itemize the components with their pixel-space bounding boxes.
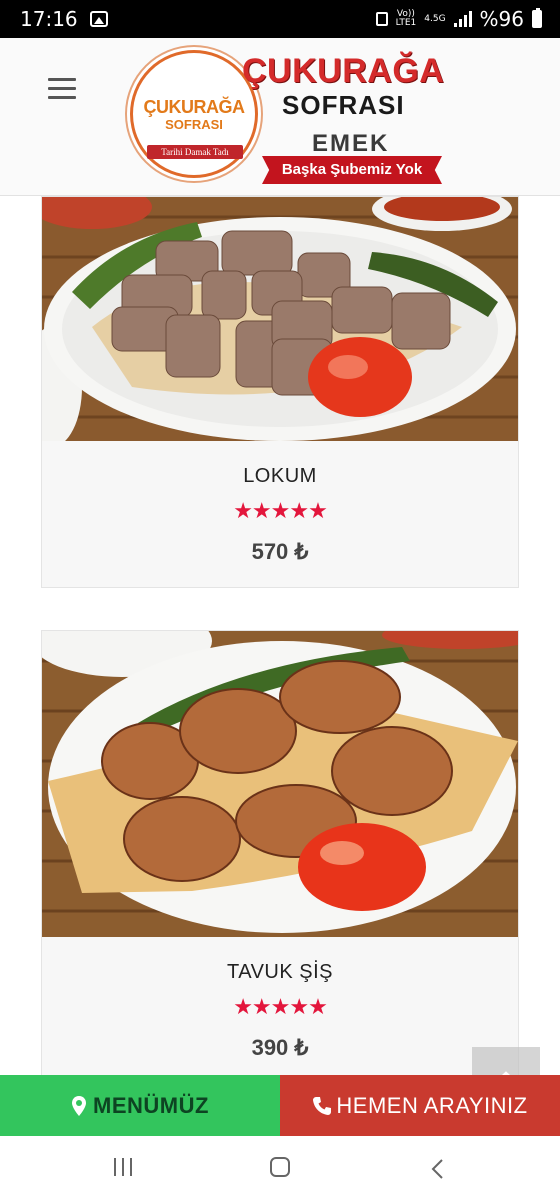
logo-circle-line1: ÇUKURAĞA bbox=[143, 97, 246, 117]
status-bar: 17:16 Vo)) LTE1 4.5G %96 bbox=[0, 0, 560, 38]
product-price: 570 ₺ bbox=[251, 539, 309, 564]
logo-title-line1: ÇUKURAĞA bbox=[242, 52, 445, 90]
action-bar: MENÜMÜZ HEMEN ARAYINIZ bbox=[0, 1075, 560, 1136]
network-type: 4.5G bbox=[424, 13, 446, 24]
status-indicators: Vo)) LTE1 4.5G %96 bbox=[375, 7, 542, 31]
gallery-icon bbox=[89, 11, 108, 27]
menu-button[interactable]: MENÜMÜZ bbox=[0, 1075, 280, 1136]
hamburger-icon[interactable] bbox=[48, 78, 76, 100]
lock-icon bbox=[375, 12, 388, 26]
phone-icon bbox=[313, 1096, 332, 1115]
rating-stars: ★★★★★ bbox=[233, 499, 328, 524]
call-button[interactable]: HEMEN ARAYINIZ bbox=[280, 1075, 560, 1136]
volte-indicator: Vo)) LTE1 bbox=[396, 10, 417, 28]
system-nav-bar bbox=[0, 1136, 560, 1200]
map-pin-icon bbox=[72, 1095, 87, 1116]
logo-emblem: ÇUKURAĞA SOFRASI Tarihi Damak Tadı bbox=[130, 50, 258, 178]
network-bottom-label: LTE1 bbox=[395, 18, 417, 28]
brand-logo[interactable]: ÇUKURAĞA SOFRASI Tarihi Damak Tadı ÇUKUR… bbox=[130, 44, 450, 190]
logo-tagline: Tarihi Damak Tadı bbox=[147, 145, 243, 159]
product-name[interactable]: LOKUM bbox=[42, 465, 518, 488]
logo-title-line2: SOFRASI bbox=[282, 90, 405, 120]
site-header: ÇUKURAĞA SOFRASI Tarihi Damak Tadı ÇUKUR… bbox=[0, 38, 560, 196]
product-name[interactable]: TAVUK ŞİŞ bbox=[42, 961, 518, 984]
rating-stars: ★★★★★ bbox=[233, 995, 328, 1020]
product-image[interactable] bbox=[42, 197, 518, 441]
home-icon[interactable] bbox=[270, 1157, 290, 1177]
call-button-label: HEMEN ARAYINIZ bbox=[336, 1092, 528, 1118]
menu-button-label: MENÜMÜZ bbox=[93, 1092, 209, 1118]
battery-icon bbox=[532, 8, 542, 28]
logo-circle-line2: SOFRASI bbox=[165, 117, 223, 132]
product-card[interactable]: LOKUM ★★★★★ 570 ₺ bbox=[41, 196, 519, 588]
battery-level: %96 bbox=[479, 7, 524, 31]
back-icon[interactable] bbox=[430, 1158, 444, 1180]
signal-icon bbox=[453, 11, 472, 27]
logo-branch: EMEK bbox=[312, 130, 390, 157]
product-price: 390 ₺ bbox=[251, 1035, 309, 1060]
logo-banner: Başka Şubemiz Yok bbox=[262, 156, 442, 184]
status-time: 17:16 bbox=[20, 7, 78, 31]
product-image[interactable] bbox=[42, 631, 518, 937]
product-card[interactable]: TAVUK ŞİŞ ★★★★★ 390 ₺ bbox=[41, 630, 519, 1090]
recents-icon[interactable] bbox=[114, 1158, 132, 1176]
